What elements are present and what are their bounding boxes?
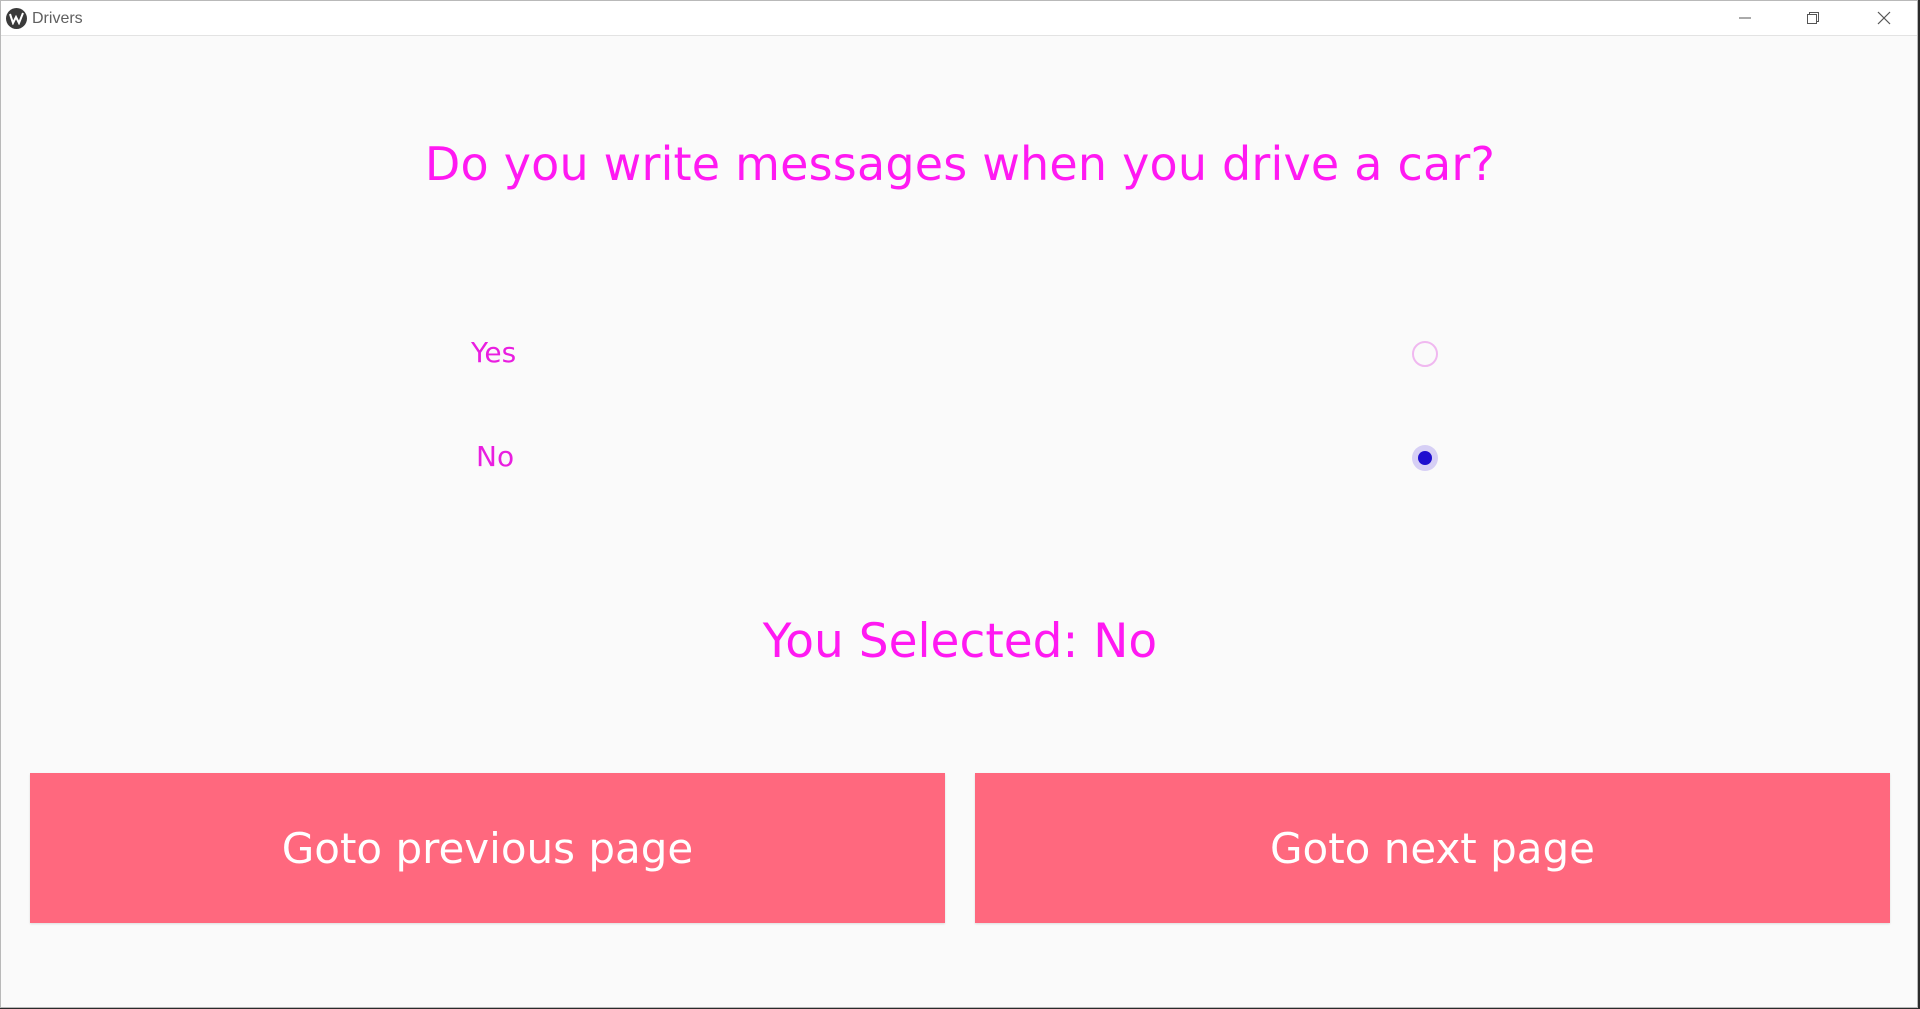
next-page-label: Goto next page bbox=[1269, 823, 1596, 873]
window-title: Drivers bbox=[32, 10, 83, 27]
restore-button[interactable] bbox=[1779, 1, 1847, 35]
minimize-button[interactable] bbox=[1711, 1, 1779, 35]
app-logo-icon bbox=[6, 8, 27, 29]
restore-icon bbox=[1807, 12, 1819, 24]
next-page-button[interactable]: Goto next page bbox=[975, 773, 1890, 923]
radio-no[interactable] bbox=[1412, 445, 1438, 471]
option-label-yes: Yes bbox=[471, 336, 517, 369]
radio-yes[interactable] bbox=[1412, 341, 1438, 367]
previous-page-label: Goto previous page bbox=[281, 823, 694, 873]
app-window: Drivers Do you write messages when you d… bbox=[0, 0, 1918, 1008]
selection-result: You Selected: No bbox=[762, 614, 1158, 669]
close-button[interactable] bbox=[1850, 1, 1917, 35]
title-bar[interactable]: Drivers bbox=[1, 1, 1917, 36]
option-label-no: No bbox=[476, 440, 515, 473]
close-icon bbox=[1877, 11, 1891, 25]
question-heading: Do you write messages when you drive a c… bbox=[424, 137, 1496, 191]
page-content: Do you write messages when you drive a c… bbox=[1, 36, 1917, 1007]
minimize-icon bbox=[1739, 17, 1751, 19]
radio-selected-dot bbox=[1418, 451, 1432, 465]
previous-page-button[interactable]: Goto previous page bbox=[30, 773, 945, 923]
